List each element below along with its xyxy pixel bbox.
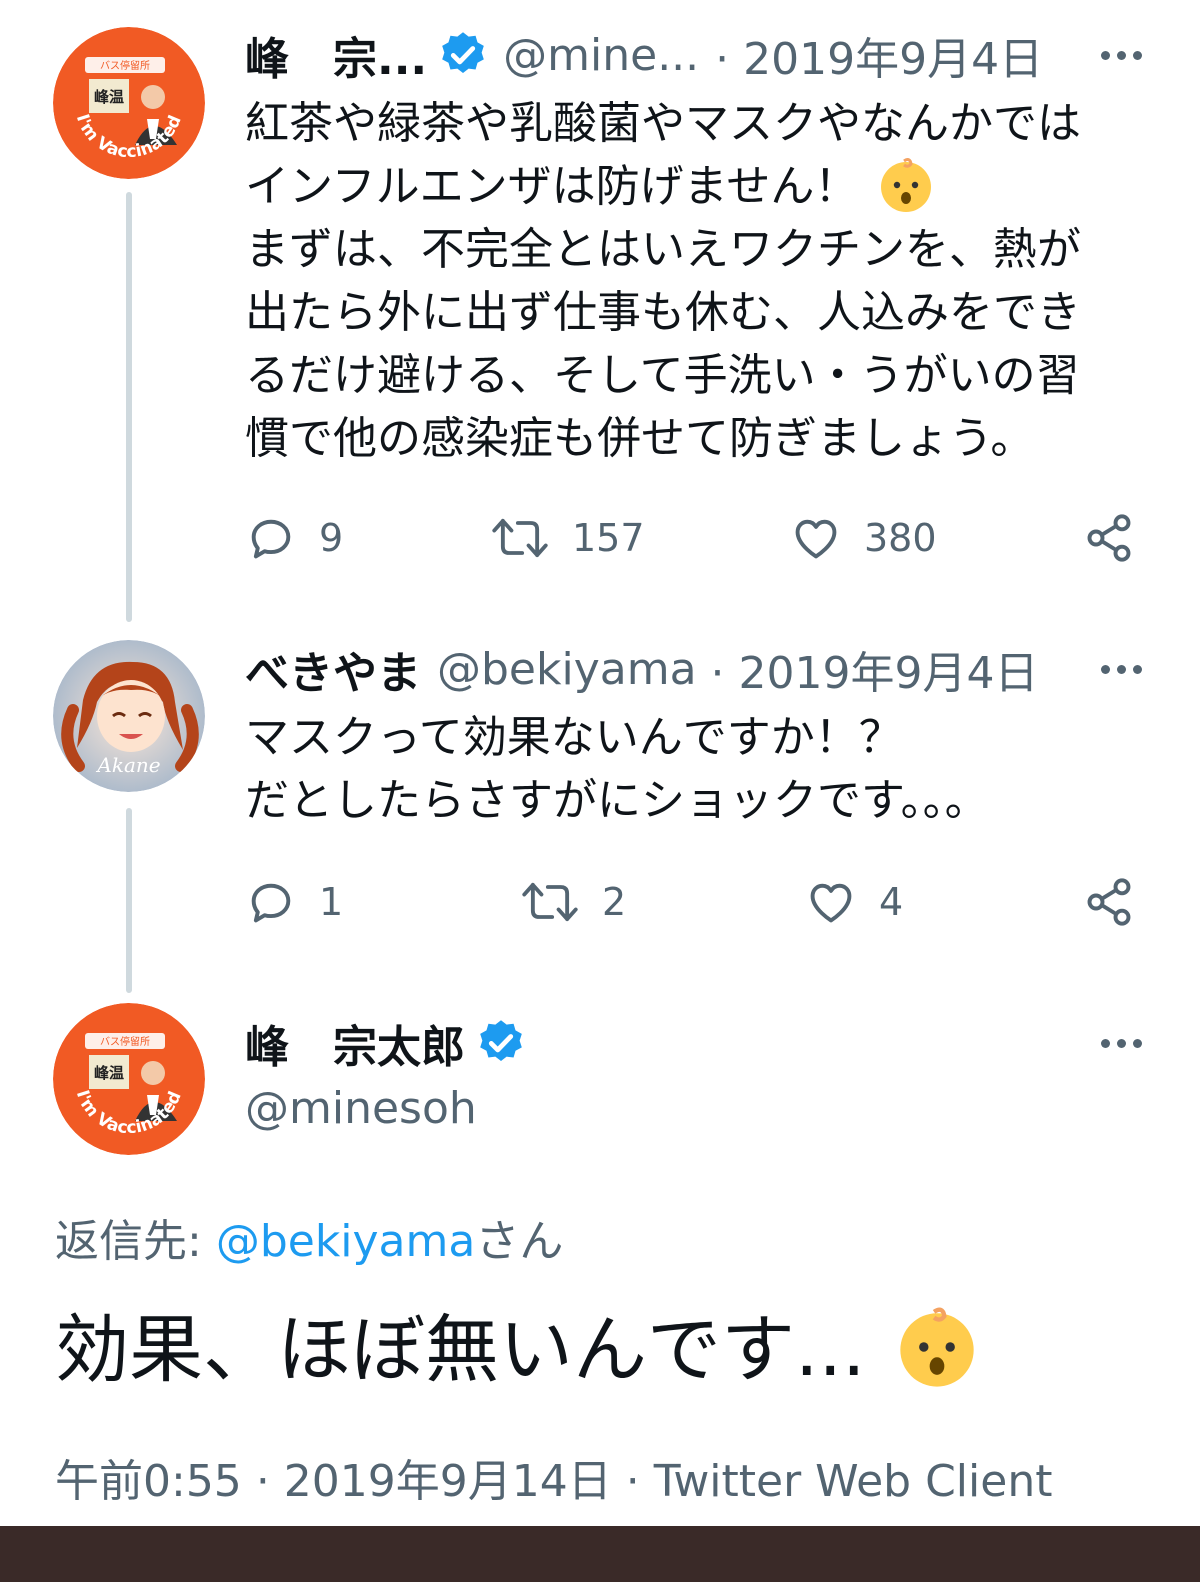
retweet-count: 157 — [572, 516, 645, 560]
svg-text:バス停留所: バス停留所 — [100, 59, 150, 72]
retweet-count: 2 — [602, 880, 627, 924]
tweet-2-text: マスクって効果ないんですか！？ だとしたらさすがにショックです。。。 — [245, 706, 1150, 832]
user-handle[interactable]: @mine... — [503, 30, 699, 81]
retweet-icon — [492, 518, 548, 558]
main-tweet-body: 効果、ほぼ無いんです... — [55, 1307, 866, 1393]
tweet-1-text: 紅茶や緑茶や乳酸菌やマスクやなんかでは インフルエンザは防げません！ まずは、不… — [245, 92, 1150, 470]
baby-face-emoji-icon — [881, 158, 932, 212]
text-line: るだけ避ける、そして手洗い・うがいの習 — [245, 350, 1080, 401]
tweet-client-link[interactable]: Twitter Web Client — [654, 1456, 1053, 1507]
tweet-date[interactable]: · 2019年9月4日 — [711, 637, 1039, 701]
display-name[interactable]: 峰 宗太郎 — [245, 1011, 465, 1075]
main-tweet-name-row: 峰 宗太郎 — [245, 1008, 541, 1078]
reply-to-line: 返信先: @bekiyamaさん — [55, 1205, 563, 1269]
verified-badge-icon — [480, 1020, 522, 1061]
main-tweet-handle-row: @minesoh — [245, 1073, 477, 1143]
like-count: 4 — [879, 880, 904, 924]
display-name[interactable]: 峰 宗... — [245, 23, 427, 87]
main-tweet-meta: 午前0:55 · 2019年9月14日 · Twitter Web Client — [55, 1445, 1052, 1509]
user-handle[interactable]: @minesoh — [245, 1083, 477, 1134]
reply-icon — [251, 883, 291, 923]
text-line: インフルエンザは防げません！ — [245, 155, 1150, 218]
svg-text:Akane: Akane — [95, 753, 160, 777]
like-count: 380 — [864, 516, 937, 560]
svg-text:峰温: 峰温 — [94, 1064, 124, 1082]
thread-connector-1 — [126, 192, 132, 622]
like-button[interactable]: 4 — [805, 872, 903, 932]
tweet-1-header: 峰 宗... @mine... · 2019年9月4日 — [245, 20, 1043, 90]
retweet-icon — [522, 882, 578, 922]
svg-text:バス停留所: バス停留所 — [100, 1035, 150, 1048]
avatar-minesoh[interactable]: バス停留所 峰温 I'm Vaccinated — [53, 1003, 205, 1155]
reply-count: 9 — [319, 516, 344, 560]
like-button[interactable]: 380 — [790, 508, 937, 568]
heart-icon — [810, 883, 852, 923]
share-button[interactable] — [1083, 508, 1135, 568]
retweet-button[interactable]: 2 — [520, 872, 626, 932]
text-line: 紅茶や緑茶や乳酸菌やマスクやなんかでは — [245, 98, 1081, 149]
tweet-1-actions: 9 157 380 — [245, 508, 1145, 568]
baby-face-emoji-icon — [900, 1307, 974, 1388]
thread-connector-2 — [126, 808, 132, 993]
more-options-icon[interactable] — [1101, 665, 1142, 674]
reply-to-handle-link[interactable]: @bekiyama — [216, 1216, 476, 1267]
text-line: マスクって効果ないんですか！？ — [245, 712, 903, 763]
tweet-date[interactable]: · 2019年9月4日 — [715, 23, 1043, 87]
reply-to-suffix: さん — [475, 1216, 564, 1267]
avatar-minesoh[interactable]: バス停留所 峰温 I'm Vaccinated — [53, 27, 205, 179]
tweet-time[interactable]: 午前0:55 — [55, 1456, 242, 1507]
reply-icon — [251, 519, 291, 559]
tweet-full-date[interactable]: · 2019年9月14日 · — [256, 1456, 640, 1507]
text-line: だとしたらさすがにショックです。。。 — [245, 775, 989, 826]
share-icon — [1087, 514, 1131, 562]
share-button[interactable] — [1083, 872, 1135, 932]
retweet-button[interactable]: 157 — [490, 508, 645, 568]
verified-badge-icon — [442, 32, 484, 73]
text-line: 慣で他の感染症も併せて防ぎましょう。 — [245, 413, 1035, 464]
text-line: 出たら外に出ず仕事も休む、人込みをでき — [245, 287, 1081, 338]
main-tweet-text: 効果、ほぼ無いんです... — [55, 1300, 981, 1400]
more-options-icon[interactable] — [1101, 1039, 1142, 1048]
reply-to-prefix: 返信先: — [55, 1216, 216, 1267]
text-line: まずは、不完全とはいえワクチンを、熱が — [245, 224, 1081, 275]
share-icon — [1087, 878, 1131, 926]
more-options-icon[interactable] — [1101, 51, 1142, 60]
svg-text:峰温: 峰温 — [94, 88, 124, 106]
heart-icon — [795, 519, 837, 559]
user-handle[interactable]: @bekiyama — [437, 644, 697, 695]
avatar-bekiyama[interactable]: Akane — [53, 640, 205, 792]
bottom-bar — [0, 1526, 1200, 1582]
reply-button[interactable]: 1 — [245, 872, 343, 932]
reply-count: 1 — [319, 880, 344, 924]
tweet-2-header: べきやま @bekiyama · 2019年9月4日 — [245, 634, 1038, 704]
display-name[interactable]: べきやま — [245, 637, 421, 701]
reply-button[interactable]: 9 — [245, 508, 343, 568]
tweet-2-actions: 1 2 4 — [245, 872, 1145, 932]
